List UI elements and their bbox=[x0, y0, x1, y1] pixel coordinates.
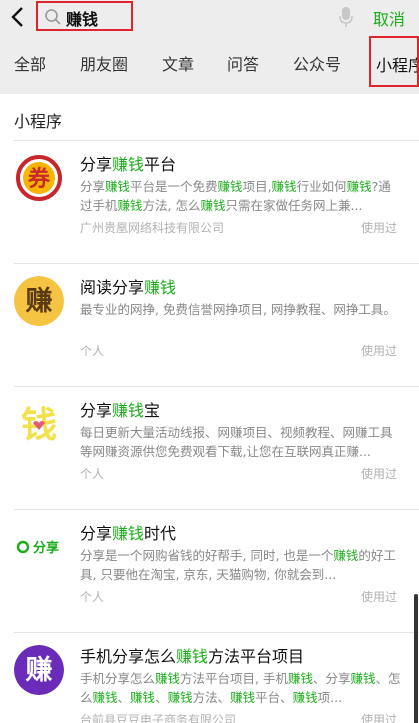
item-company: 广州贵凰网络科技有限公司 bbox=[80, 221, 225, 235]
item-title: 分享赚钱宝 bbox=[80, 401, 161, 420]
description-segment: 赚钱 bbox=[217, 179, 243, 194]
tab-mini-programs-label: 小程序 bbox=[376, 56, 417, 75]
svg-text:赚: 赚 bbox=[26, 655, 53, 686]
description-segment: 每日更新大量活动线报、网赚项目、视频教程、网赚工具等网赚资源供您免费观看下载,让… bbox=[80, 425, 393, 459]
used-badge: 使用过 bbox=[361, 344, 398, 358]
list-item[interactable]: 赚 阅读分享赚钱 最专业的网挣, 免费信誉网挣项目, 网挣教程、网挣工具。 个人… bbox=[0, 264, 419, 387]
filter-tabs: 全部 朋友圈 文章 问答 公众号 bbox=[0, 36, 419, 86]
used-badge: 使用过 bbox=[361, 590, 398, 604]
description-segment: 方法平台项目, 手机 bbox=[180, 671, 288, 686]
svg-text:券: 券 bbox=[27, 166, 51, 192]
search-bar: 赚钱 取消 bbox=[0, 0, 419, 36]
description-segment: 赚钱 bbox=[271, 179, 297, 194]
tab-all[interactable]: 全部 bbox=[14, 51, 46, 75]
back-arrow-icon[interactable] bbox=[8, 5, 28, 29]
description-segment: 方法、 bbox=[192, 690, 231, 705]
scrollbar[interactable] bbox=[414, 594, 418, 723]
item-description: 手机分享怎么赚钱方法平台项目, 手机赚钱、分享赚钱、怎么赚钱、赚钱、赚钱方法、赚… bbox=[80, 669, 402, 707]
tab-mini-programs[interactable]: 小程序 bbox=[369, 36, 419, 87]
microphone-icon[interactable] bbox=[338, 6, 354, 28]
list-item[interactable]: 赚 手机分享怎么赚钱方法平台项目 手机分享怎么赚钱方法平台项目, 手机赚钱、分享… bbox=[0, 633, 419, 723]
description-segment: 分享 bbox=[80, 179, 106, 194]
section-title: 小程序 bbox=[14, 112, 63, 131]
description-segment: 赚钱 bbox=[333, 548, 359, 563]
item-description: 分享是一个网购省钱的好帮手, 同时, 也是一个赚钱的好工具, 只要他在淘宝, 京… bbox=[80, 546, 402, 584]
description-segment: 平台是一个免费 bbox=[130, 179, 218, 194]
item-description: 分享赚钱平台是一个免费赚钱项目,赚钱行业如何赚钱?通过手机赚钱方法, 怎么赚钱只… bbox=[80, 177, 402, 215]
description-segment: 、分享 bbox=[313, 671, 351, 686]
item-title: 分享赚钱平台 bbox=[80, 155, 177, 174]
used-badge: 使用过 bbox=[361, 467, 398, 481]
description-segment: 赚钱 bbox=[105, 179, 131, 194]
cancel-button[interactable]: 取消 bbox=[373, 6, 405, 30]
search-annotation-box bbox=[36, 1, 133, 31]
description-segment: 分享是一个网购省钱的好帮手, 同时, 也是一个 bbox=[80, 548, 334, 563]
description-segment: 项... bbox=[317, 690, 343, 705]
description-segment: 行业如何 bbox=[296, 179, 347, 194]
item-description: 每日更新大量活动线报、网赚项目、视频教程、网赚工具等网赚资源供您免费观看下载,让… bbox=[80, 423, 402, 461]
tab-qa[interactable]: 问答 bbox=[227, 51, 259, 75]
share-logo-icon: 分享 bbox=[14, 522, 64, 572]
item-company: 个人 bbox=[80, 344, 105, 358]
svg-text:分享: 分享 bbox=[33, 540, 59, 556]
description-segment: 赚钱 bbox=[200, 198, 226, 213]
description-segment: 方法, 怎么 bbox=[142, 198, 201, 213]
description-segment: 最专业的网挣, 免费信誉网挣项目, 网挣教程、网挣工具。 bbox=[80, 302, 396, 317]
list-item[interactable]: 分享 分享赚钱时代 分享是一个网购省钱的好帮手, 同时, 也是一个赚钱的好工具,… bbox=[0, 510, 419, 633]
description-segment: 赚钱 bbox=[92, 690, 118, 705]
description-segment: 赚钱 bbox=[230, 690, 256, 705]
description-segment: 赚钱 bbox=[292, 690, 318, 705]
description-segment: 赚钱 bbox=[117, 198, 143, 213]
item-company: 个人 bbox=[80, 590, 105, 604]
list-item[interactable]: 券 分享赚钱平台 分享赚钱平台是一个免费赚钱项目,赚钱行业如何赚钱?通过手机赚钱… bbox=[0, 141, 419, 264]
earn-logo-icon: 赚 bbox=[14, 276, 64, 326]
description-segment: 平台、 bbox=[255, 690, 293, 705]
item-company: 台前县豆豆电子商务有限公司 bbox=[80, 713, 237, 723]
description-segment: 赚钱 bbox=[346, 179, 372, 194]
item-title: 手机分享怎么赚钱方法平台项目 bbox=[80, 647, 305, 666]
description-segment: 、 bbox=[155, 690, 168, 705]
description-segment: 只需在家做任务网上兼... bbox=[225, 198, 363, 213]
tab-moments[interactable]: 朋友圈 bbox=[80, 51, 128, 75]
svg-text:赚: 赚 bbox=[26, 286, 53, 317]
description-segment: 赚钱 bbox=[167, 690, 193, 705]
item-title: 阅读分享赚钱 bbox=[80, 278, 177, 297]
coupon-logo-icon: 券 bbox=[14, 153, 64, 203]
list-item[interactable]: 钱 分享赚钱宝 每日更新大量活动线报、网赚项目、视频教程、网赚工具等网赚资源供您… bbox=[0, 387, 419, 510]
description-segment: 赚钱 bbox=[130, 690, 156, 705]
earn-purple-logo-icon: 赚 bbox=[14, 645, 64, 695]
description-segment: 赚钱 bbox=[155, 671, 181, 686]
description-segment: 赚钱 bbox=[287, 671, 313, 686]
description-segment: 手机分享怎么 bbox=[80, 671, 156, 686]
tab-official-accounts[interactable]: 公众号 bbox=[293, 51, 341, 75]
item-title: 分享赚钱时代 bbox=[80, 524, 177, 543]
description-segment: 赚钱 bbox=[350, 671, 376, 686]
used-badge: 使用过 bbox=[361, 713, 398, 723]
results-card: 小程序 券 分享赚钱平台 分享赚钱平台是一个免费赚钱项目,赚钱行业如何赚钱?通过… bbox=[0, 94, 419, 723]
description-segment: 项目, bbox=[242, 179, 272, 194]
used-badge: 使用过 bbox=[361, 221, 398, 235]
description-segment: 、 bbox=[117, 690, 131, 705]
money-logo-icon: 钱 bbox=[14, 399, 64, 449]
item-company: 个人 bbox=[80, 467, 105, 481]
tab-articles[interactable]: 文章 bbox=[162, 51, 194, 75]
item-description: 最专业的网挣, 免费信誉网挣项目, 网挣教程、网挣工具。 bbox=[80, 300, 402, 338]
